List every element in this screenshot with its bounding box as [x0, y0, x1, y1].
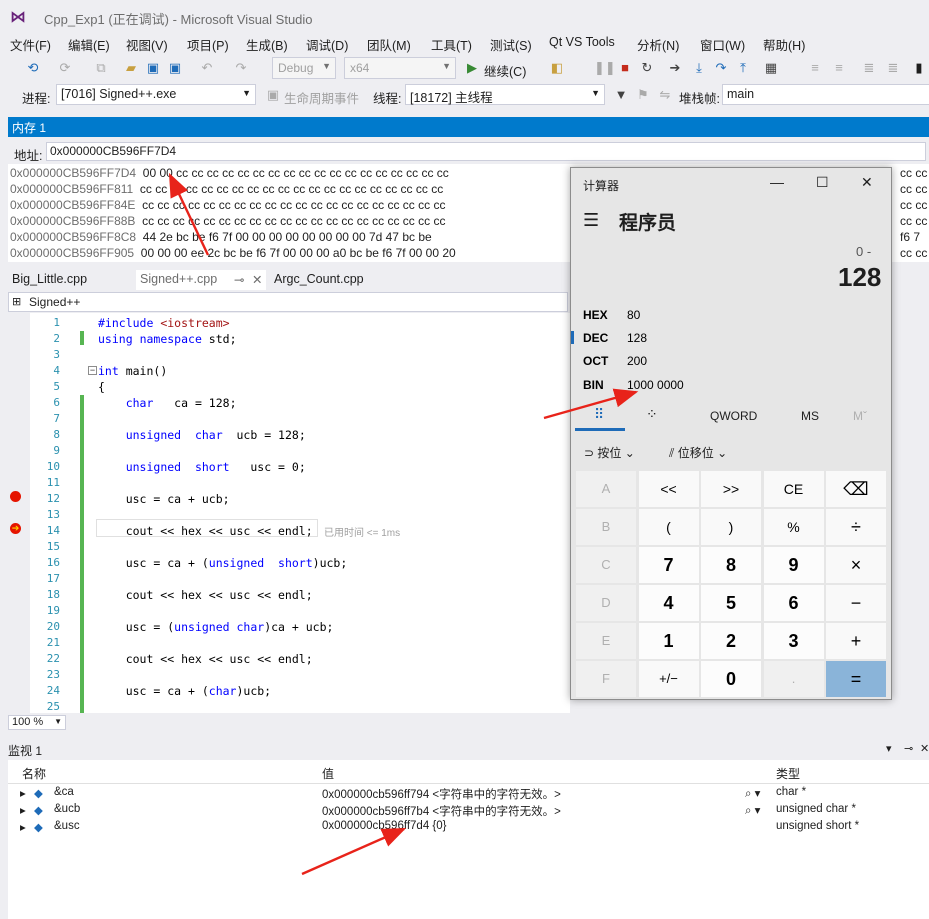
annotation-arrow	[301, 827, 407, 876]
annotation-arrow	[543, 388, 639, 420]
annotation-arrows	[168, 172, 639, 876]
annotation-arrow	[168, 172, 210, 256]
